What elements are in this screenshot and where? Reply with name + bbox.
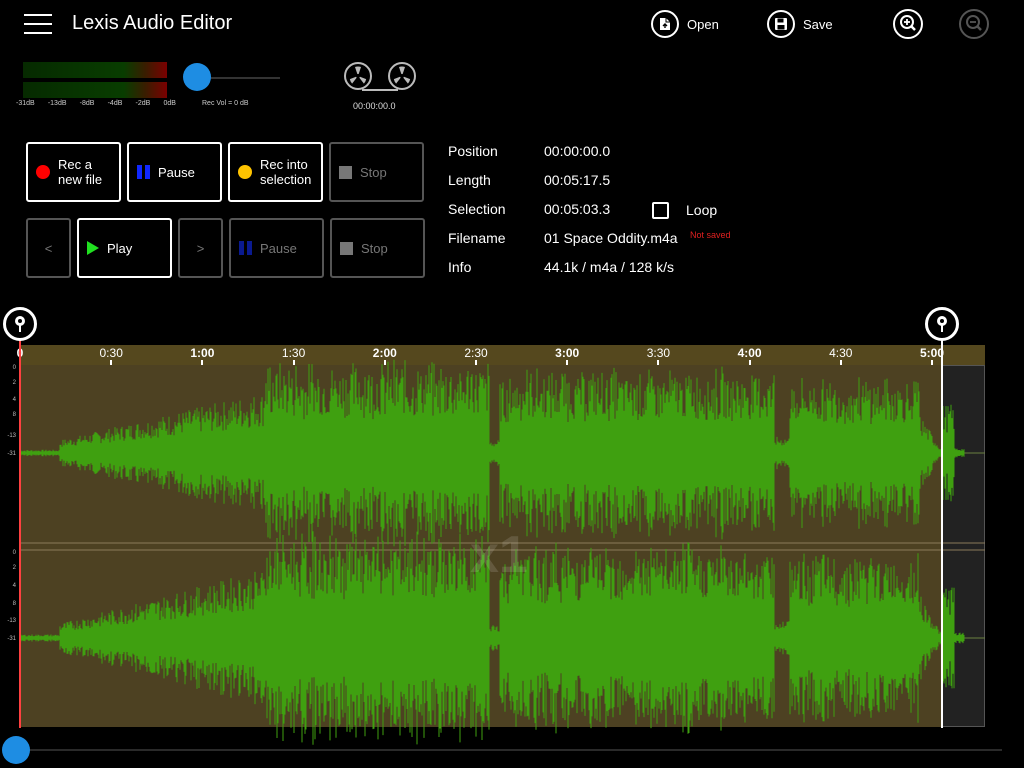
db-scale-label: 0 [13,365,17,371]
level-meter-left [23,62,167,78]
db-scale-label: -31 [7,636,16,642]
record-yellow-icon [238,165,252,179]
position-value: 00:00:00.0 [544,143,611,159]
play-button[interactable]: Play [77,218,172,278]
db-scale-label: -13 [7,618,16,624]
rec-volume-label: Rec Vol = 0 dB [202,100,249,107]
filename-value: 01 Space Oddity.m4a [544,230,678,246]
scroll-slider-knob[interactable] [2,736,30,764]
info-label: Info [448,259,472,275]
pause-icon [239,241,252,255]
selection-value: 00:05:03.3 [544,201,611,217]
filename-label: Filename [448,230,506,246]
rec-into-selection-button[interactable]: Rec into selection [228,142,323,202]
app-title: Lexis Audio Editor [72,12,233,34]
rec-sel-line2: selection [260,172,312,187]
record-red-icon [36,165,50,179]
db-scale-label: 4 [13,397,17,403]
timeline-label: 2:30 [464,346,488,360]
tape-line [362,89,398,91]
timeline-label: 3:00 [555,346,580,360]
open-file-icon [651,10,679,38]
not-saved-badge: Not saved [690,230,731,240]
pause-icon [137,165,150,179]
meter-tick: -4dB [107,100,123,107]
timeline-label: 2:00 [372,346,397,360]
selection-end-line [941,340,943,728]
location-pin-icon [937,316,947,332]
timeline-ruler[interactable]: 00:301:001:302:002:303:003:304:004:305:0… [17,345,985,368]
pause-record-button[interactable]: Pause [127,142,222,202]
save-button[interactable]: Save [767,10,833,38]
zoom-out-button[interactable] [958,8,990,45]
meter-tick: 0dB [163,100,176,107]
previous-label: < [44,240,53,256]
open-label: Open [687,16,719,32]
stop-record-button[interactable]: Stop [329,142,424,202]
db-scale-label: -13 [7,433,16,439]
next-button[interactable]: > [178,218,223,278]
timeline-label: 0:30 [99,346,123,360]
menu-icon[interactable] [24,12,52,36]
play-icon [87,241,99,255]
timeline-label: 4:30 [829,346,853,360]
info-value: 44.1k / m4a / 128 k/s [544,259,674,275]
meter-tick: -13dB [47,100,67,107]
selection-start-line [19,340,21,728]
meter-tick: -8dB [79,100,95,107]
stop-playback-label: Stop [361,240,388,256]
location-pin-icon [15,316,25,332]
db-scale-label: -31 [7,451,16,457]
selection-start-marker[interactable] [3,307,37,341]
db-scale-label: 8 [13,601,17,607]
reel-right-icon [388,62,416,90]
timeline-label: 1:00 [190,346,215,360]
next-label: > [196,240,205,256]
rec-sel-line1: Rec into [260,157,308,172]
meter-scale: -31dB -13dB -8dB -4dB -2dB 0dB [16,100,176,107]
tape-time: 00:00:00.0 [353,101,396,111]
pause-playback-label: Pause [260,240,297,256]
rec-new-line2: new file [58,172,103,187]
timeline-label: 1:30 [281,346,306,360]
timeline-label: 3:30 [646,346,671,360]
zoom-in-button[interactable] [892,8,924,45]
rec-new-file-button[interactable]: Rec a new file [26,142,121,202]
loop-checkbox[interactable] [652,202,669,219]
zoom-level-indicator: x1 [470,526,528,584]
stop-icon [339,165,352,179]
timeline-label: 4:00 [737,346,762,360]
rec-volume-slider-knob[interactable] [183,63,211,91]
loop-label: Loop [686,202,718,218]
stop-playback-button[interactable]: Stop [330,218,425,278]
length-value: 00:05:17.5 [544,172,611,188]
stop-record-label: Stop [360,164,387,180]
pause-record-label: Pause [158,164,195,180]
position-label: Position [448,143,498,159]
meter-tick: -31dB [16,100,35,107]
pause-playback-button[interactable]: Pause [229,218,324,278]
db-scale-label: 4 [13,583,17,589]
scroll-track[interactable] [20,749,1002,751]
rec-new-line1: Rec a [58,157,92,172]
db-scale-label: 0 [13,550,17,556]
level-meter-right [23,82,167,98]
selection-label: Selection [448,201,506,217]
selection-end-marker[interactable] [925,307,959,341]
waveform-channel-left [19,359,965,547]
stop-icon [340,241,353,255]
db-scale-label: 2 [13,380,17,386]
length-label: Length [448,172,491,188]
zoom-out-icon [959,9,989,39]
open-button[interactable]: Open [651,10,719,38]
play-label: Play [107,240,133,256]
zoom-in-icon [893,9,923,39]
db-scale-label: 2 [13,565,17,571]
meter-tick: -2dB [135,100,151,107]
db-scale-label: 8 [13,412,17,418]
reel-left-icon [344,62,372,90]
save-icon [767,10,795,38]
save-label: Save [803,16,833,32]
previous-button[interactable]: < [26,218,71,278]
